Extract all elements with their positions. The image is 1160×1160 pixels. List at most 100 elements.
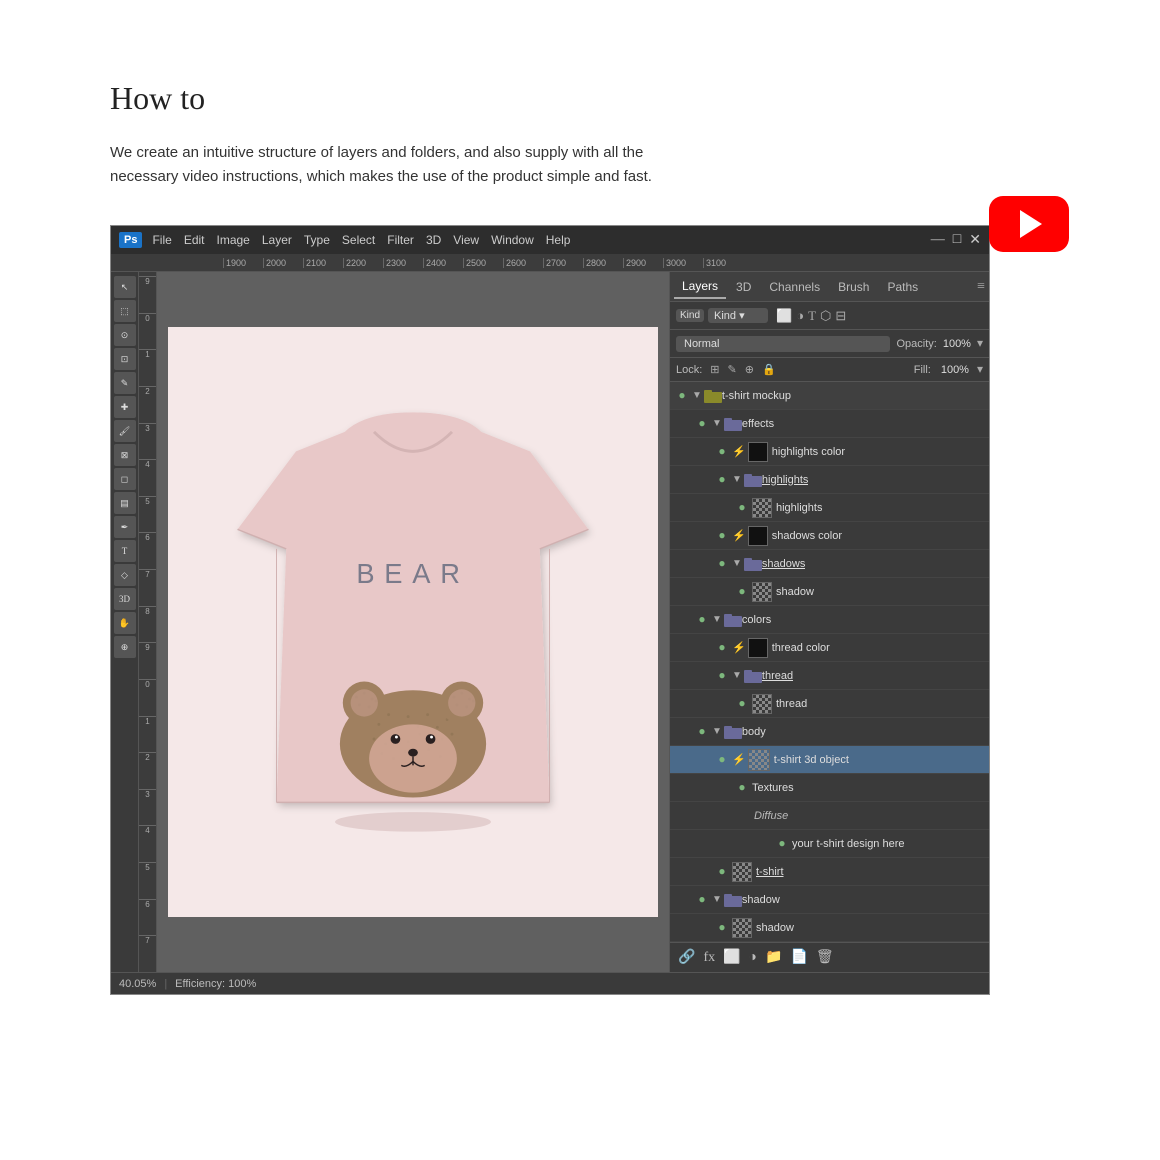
menu-select[interactable]: Select [342,233,375,247]
layer-eye-icon[interactable]: ● [714,528,730,544]
tool-eyedrop[interactable]: ✎ [114,372,136,394]
menu-image[interactable]: Image [217,233,250,247]
lock-transparent-icon[interactable]: ⊞ [710,363,719,376]
layer-body-group[interactable]: ● ▼ body [670,718,989,746]
layer-tshirt-3d[interactable]: ● ⚡ t-shirt 3d object [670,746,989,774]
filter-shape-icon[interactable]: ⬡ [820,308,831,324]
tab-channels[interactable]: Channels [761,276,828,298]
menu-3d[interactable]: 3D [426,233,441,247]
layer-expand-arrow[interactable]: ▼ [732,474,742,485]
tab-layers[interactable]: Layers [674,275,726,299]
layer-textures[interactable]: ● Textures [670,774,989,802]
youtube-button[interactable] [989,196,1069,252]
layer-eye-icon[interactable]: ● [714,864,730,880]
layer-highlights[interactable]: ● highlights [670,494,989,522]
layer-expand-arrow[interactable]: ▼ [732,670,742,681]
lock-position-icon[interactable]: ⊕ [745,363,754,376]
layer-effects[interactable]: ● ▼ effects [670,410,989,438]
tab-paths[interactable]: Paths [879,276,926,298]
layer-shadows-group[interactable]: ● ▼ shadows [670,550,989,578]
layer-expand-arrow[interactable]: ▼ [692,390,702,401]
menu-layer[interactable]: Layer [262,233,292,247]
tool-lasso[interactable]: ⊙ [114,324,136,346]
layer-eye-icon[interactable]: ● [694,892,710,908]
layer-expand-arrow[interactable]: ▼ [732,558,742,569]
tool-select[interactable]: ⬚ [114,300,136,322]
minimize-icon[interactable]: — [931,232,945,248]
filter-type-icon[interactable]: T [808,308,816,324]
layer-shadow-under-shadows[interactable]: ● shadow [670,578,989,606]
lock-image-icon[interactable]: ✎ [728,363,737,376]
filter-pixel-icon[interactable]: ⬜ [776,308,792,324]
fx-icon[interactable]: fx [703,950,715,966]
layer-eye-icon[interactable]: ● [714,444,730,460]
menu-file[interactable]: File [152,233,171,247]
tool-3d[interactable]: 3D [114,588,136,610]
layer-eye-icon[interactable]: ● [734,584,750,600]
layer-eye-icon[interactable]: ● [734,500,750,516]
tool-zoom[interactable]: ⊕ [114,636,136,658]
menu-type[interactable]: Type [304,233,330,247]
layer-eye-icon[interactable]: ● [694,612,710,628]
tool-pen[interactable]: ✒ [114,516,136,538]
layer-eye-icon[interactable]: ● [714,472,730,488]
layer-eye-icon[interactable]: ● [734,780,750,796]
add-adjustment-icon[interactable]: ◑ [749,950,757,966]
layer-eye-icon[interactable]: ● [714,920,730,936]
tool-gradient[interactable]: ▤ [114,492,136,514]
layer-thread-color[interactable]: ● ⚡ thread color [670,634,989,662]
menu-help[interactable]: Help [546,233,571,247]
layer-thread-group[interactable]: ● ▼ thread [670,662,989,690]
add-group-icon[interactable]: 📁 [765,949,782,966]
layer-expand-arrow[interactable]: ▼ [712,614,722,625]
opacity-value[interactable]: 100% [943,338,971,350]
layer-shadow-group[interactable]: ● ▼ shadow [670,886,989,914]
layer-eye-icon[interactable]: ● [674,388,690,404]
layer-eye-icon[interactable]: ● [694,724,710,740]
fill-arrow[interactable]: ▾ [977,362,983,377]
layer-colors-group[interactable]: ● ▼ colors [670,606,989,634]
delete-layer-icon[interactable]: 🗑 [816,949,834,966]
filter-smart-icon[interactable]: ⊟ [835,308,846,324]
tool-text[interactable]: T [114,540,136,562]
layer-eye-icon[interactable]: ● [714,640,730,656]
tab-3d[interactable]: 3D [728,276,759,298]
panel-menu-icon[interactable]: ≡ [977,279,985,295]
close-icon[interactable]: ✕ [969,232,981,249]
menu-view[interactable]: View [453,233,479,247]
layer-tshirt[interactable]: ● t-shirt [670,858,989,886]
layer-design-here[interactable]: ● your t-shirt design here [670,830,989,858]
lock-all-icon[interactable]: 🔒 [762,363,776,376]
layer-eye-icon[interactable]: ● [774,836,790,852]
tool-move[interactable]: ↖ [114,276,136,298]
layer-highlights-color[interactable]: ● ⚡ highlights color [670,438,989,466]
layer-thread[interactable]: ● thread [670,690,989,718]
blend-mode-dropdown[interactable]: Normal [676,336,890,352]
layer-diffuse[interactable]: Diffuse [670,802,989,830]
tool-brush[interactable]: 🖌 [114,420,136,442]
layer-eye-icon[interactable]: ● [714,752,730,768]
menu-window[interactable]: Window [491,233,534,247]
add-mask-icon[interactable]: ⬜ [723,949,740,966]
tab-brush[interactable]: Brush [830,276,877,298]
tool-path[interactable]: ◇ [114,564,136,586]
layer-shadows-color[interactable]: ● ⚡ shadows color [670,522,989,550]
layer-highlights-group[interactable]: ● ▼ highlights [670,466,989,494]
tool-hand[interactable]: ✋ [114,612,136,634]
layer-shadow[interactable]: ● shadow [670,914,989,942]
fill-value[interactable]: 100% [941,364,969,376]
link-layers-icon[interactable]: 🔗 [678,949,695,966]
opacity-arrow[interactable]: ▾ [977,336,983,351]
layer-eye-icon[interactable]: ● [714,556,730,572]
layer-expand-arrow[interactable]: ▼ [712,726,722,737]
tool-crop[interactable]: ⊡ [114,348,136,370]
layer-eye-icon[interactable]: ● [714,668,730,684]
layer-eye-icon[interactable]: ● [694,416,710,432]
menu-edit[interactable]: Edit [184,233,205,247]
kind-dropdown[interactable]: Kind ▾ [708,308,768,323]
tool-eraser[interactable]: ◻ [114,468,136,490]
layer-tshirt-mockup[interactable]: ● ▼ t-shirt mockup [670,382,989,410]
layer-eye-icon[interactable]: ● [734,696,750,712]
layer-expand-arrow[interactable]: ▼ [712,894,722,905]
tool-clone[interactable]: ⊠ [114,444,136,466]
